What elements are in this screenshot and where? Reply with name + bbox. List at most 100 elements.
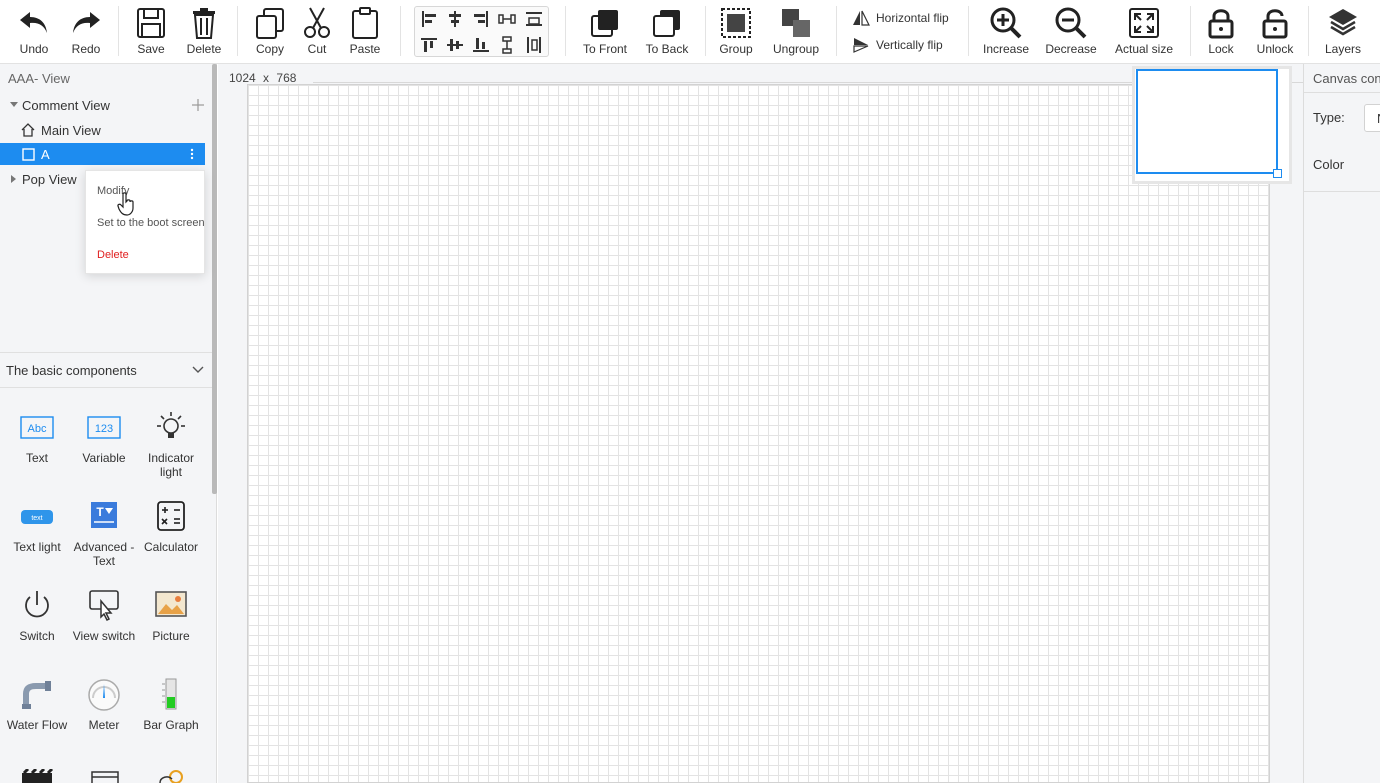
align-bottom-icon [473,38,489,52]
component-meter[interactable]: Meter [72,676,136,732]
tree-main-view[interactable]: Main View [0,119,212,141]
component-bar-graph[interactable]: Bar Graph [139,676,203,732]
paste-button[interactable]: Paste [345,0,385,62]
ungroup-button[interactable]: Ungroup [770,0,822,62]
minimap[interactable] [1132,66,1292,184]
delete-button[interactable]: Delete [184,0,224,62]
component-picture[interactable]: Picture [139,587,203,643]
menu-item-set-boot-screen[interactable]: Set to the boot screen [97,217,204,229]
undo-button[interactable]: Undo [14,0,54,62]
component-water-flow-label: Water Flow [6,718,68,732]
power-icon [25,591,49,618]
picture-icon [155,591,187,617]
add-icon[interactable] [192,99,204,111]
tree-main-view-label: Main View [41,122,101,138]
component-indicator-light[interactable]: Indicator light [139,409,203,479]
component-view-switch[interactable]: View switch [72,587,136,643]
text-icon-glyph: Abc [28,423,47,435]
align-top-button[interactable] [417,35,441,55]
save-label: Save [137,42,165,56]
meter-icon [88,679,120,711]
increase-button[interactable]: Increase [980,0,1032,62]
unlock-label: Unlock [1256,42,1294,56]
left-scrollbar[interactable] [212,64,217,494]
text-light-icon-glyph: text [31,515,42,522]
equal-height-icon [527,37,541,53]
components-header[interactable]: The basic components [0,352,212,388]
project-title: AAA- View [8,71,70,86]
layers-button[interactable]: Layers [1322,0,1364,62]
right-panel-divider [1304,92,1380,93]
decrease-button[interactable]: Decrease [1044,0,1098,62]
chevron-down-icon [192,366,204,373]
home-icon [21,123,35,137]
save-button[interactable]: Save [131,0,171,62]
context-menu: Modify Set to the boot screen Delete [85,170,205,274]
align-right-button[interactable] [469,9,493,29]
trash-icon [193,8,215,39]
equal-width-icon [526,12,542,26]
component-video-partial[interactable] [20,769,54,783]
toolbar-divider [237,6,238,56]
vertical-flip-button[interactable]: Vertically flip [852,37,943,53]
actual-size-button[interactable]: Actual size [1112,0,1176,62]
minimap-viewport[interactable] [1136,69,1278,174]
save-icon [137,8,165,38]
horizontal-flip-button[interactable]: Horizontal flip [852,10,949,26]
component-advanced-text[interactable]: T Advanced - Text [72,498,136,568]
component-text-light[interactable]: text Text light [5,498,69,554]
caret-right-icon [11,175,16,183]
component-water-flow[interactable]: Water Flow [5,676,69,732]
lock-button[interactable]: Lock [1202,0,1240,62]
toolbar-divider [968,6,969,56]
menu-item-delete[interactable]: Delete [97,249,129,261]
components-header-label: The basic components [6,362,137,378]
zoom-out-icon [1055,7,1087,39]
to-back-label: To Back [645,42,689,56]
component-text-light-label: Text light [13,540,61,554]
group-button[interactable]: Group [715,0,757,62]
minimap-resize-handle[interactable] [1273,169,1282,178]
component-switch[interactable]: Switch [5,587,69,643]
copy-button[interactable]: Copy [250,0,290,62]
equal-width-button[interactable] [522,9,546,29]
align-left-icon [422,11,436,27]
lock-label: Lock [1208,42,1234,56]
component-text[interactable]: Abc Text [5,409,69,465]
align-middle-icon [447,39,463,51]
vertical-flip-label: Vertically flip [876,38,943,52]
bulb-icon [157,412,185,438]
component-calendar-partial[interactable] [90,769,120,783]
right-panel-divider [1304,191,1380,192]
to-front-button[interactable]: To Front [580,0,630,62]
horizontal-flip-label: Horizontal flip [876,11,949,25]
unlock-icon [1262,9,1288,39]
more-vertical-icon[interactable] [190,148,194,160]
component-weather-partial[interactable] [156,765,188,783]
component-variable[interactable]: 123 Variable [72,409,136,465]
align-left-button[interactable] [417,9,441,29]
design-canvas[interactable] [247,84,1270,783]
vertical-flip-icon [853,38,869,53]
redo-button[interactable]: Redo [66,0,106,62]
tree-comment-view[interactable]: Comment View [0,94,212,116]
align-group [414,6,549,57]
cut-button[interactable]: Cut [300,0,334,62]
component-calculator[interactable]: Calculator [139,498,203,554]
copy-icon [256,8,284,39]
advanced-text-icon-glyph: T [96,505,104,519]
distribute-vertical-button[interactable] [495,35,519,55]
distribute-horizontal-button[interactable] [495,9,519,29]
tree-pop-view[interactable]: Pop View [0,168,85,190]
equal-height-button[interactable] [522,35,546,55]
to-back-button[interactable]: To Back [642,0,692,62]
tree-view-a[interactable]: A [0,143,205,165]
delete-label: Delete [186,42,222,56]
align-bottom-button[interactable] [469,35,493,55]
tree-comment-view-label: Comment View [22,97,110,113]
type-select[interactable]: N [1364,104,1380,132]
align-middle-button[interactable] [443,35,467,55]
text-icon: Abc [20,416,54,439]
align-center-button[interactable] [443,9,467,29]
unlock-button[interactable]: Unlock [1254,0,1296,62]
